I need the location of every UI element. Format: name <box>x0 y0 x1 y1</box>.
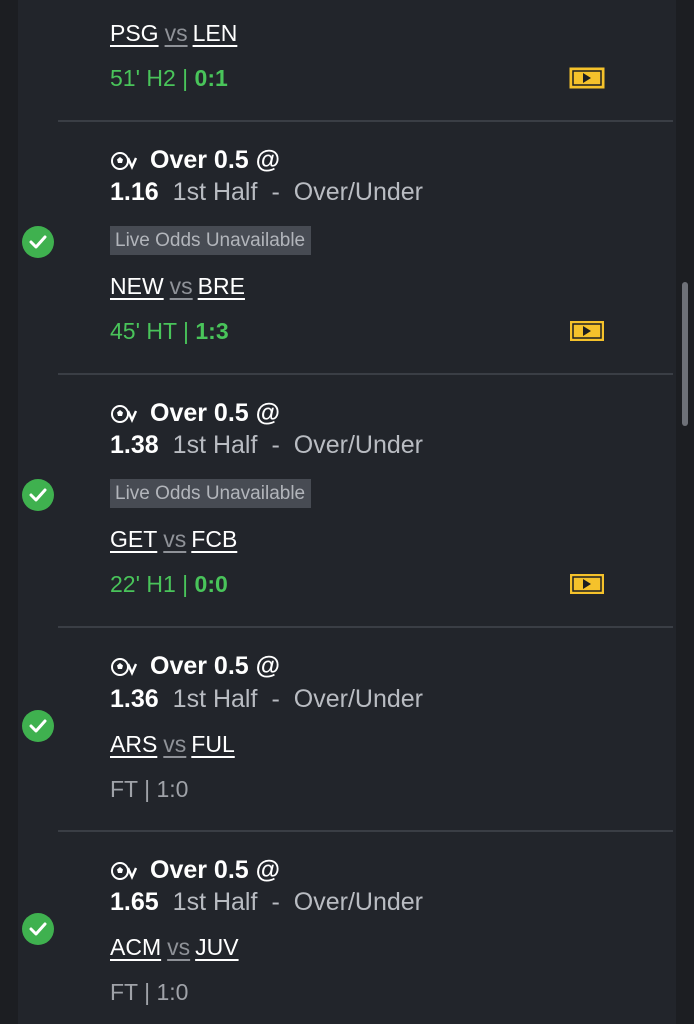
divider <box>58 626 673 628</box>
match-status: 22' H1 | 0:0 <box>110 571 228 598</box>
soccer-ball-icon <box>111 151 138 170</box>
vs-label: vs <box>164 20 188 46</box>
selection-title: Over 0.5 @ <box>110 652 280 681</box>
market-label: Over/Under <box>293 178 423 206</box>
match-teams[interactable]: PSG vs LEN <box>110 20 237 47</box>
match-score: 1:3 <box>195 318 229 344</box>
away-team[interactable]: JUV <box>195 934 238 960</box>
bet-list-panel: PSG vs LEN 51' H2 | 0:1 Over 0.5 @ 1.16 1st… <box>18 0 676 1024</box>
odds-value: 1.36 <box>110 685 159 713</box>
match-status: FT | 1:0 <box>110 979 189 1005</box>
match-time: 51' H2 | <box>110 65 195 91</box>
live-stream-icon[interactable] <box>569 67 605 89</box>
odds-line: 1.38 1st Half - Over/Under <box>110 431 423 460</box>
selection-title: Over 0.5 @ <box>110 399 280 428</box>
separator: - <box>271 178 280 206</box>
away-team[interactable]: FCB <box>191 526 237 552</box>
vs-label: vs <box>163 731 187 757</box>
odds-value: 1.38 <box>110 431 159 459</box>
away-team[interactable]: BRE <box>198 273 245 299</box>
selection-title: Over 0.5 @ <box>110 856 280 885</box>
selection-title: Over 0.5 @ <box>110 146 280 175</box>
odds-line: 1.16 1st Half - Over/Under <box>110 178 423 207</box>
soccer-ball-icon <box>111 657 138 676</box>
match-status: FT | 1:0 <box>110 776 189 802</box>
match-time: 22' H1 | <box>110 571 195 597</box>
soccer-ball-icon <box>111 861 138 880</box>
divider <box>58 120 673 122</box>
period-label: 1st Half <box>172 431 258 459</box>
match-teams[interactable]: ARS vs FUL <box>110 731 235 758</box>
market-label: Over/Under <box>293 431 423 459</box>
separator: - <box>271 685 280 713</box>
odds-value: 1.65 <box>110 888 159 916</box>
market-label: Over/Under <box>293 685 423 713</box>
selection-label: Over 0.5 @ <box>150 856 281 884</box>
match-score: 0:0 <box>194 571 228 597</box>
home-team[interactable]: GET <box>110 526 157 552</box>
vs-label: vs <box>167 934 191 960</box>
vs-label: vs <box>163 526 187 552</box>
odds-line: 1.36 1st Half - Over/Under <box>110 685 423 714</box>
live-stream-icon[interactable] <box>569 573 605 595</box>
divider <box>58 830 673 832</box>
home-team[interactable]: NEW <box>110 273 164 299</box>
check-circle-icon <box>22 913 54 945</box>
market-label: Over/Under <box>293 888 423 916</box>
period-label: 1st Half <box>172 888 258 916</box>
live-odds-badge: Live Odds Unavailable <box>110 479 312 508</box>
match-time: 45' HT | <box>110 318 196 344</box>
away-team[interactable]: LEN <box>193 20 238 46</box>
period-label: 1st Half <box>172 685 258 713</box>
match-status: 45' HT | 1:3 <box>110 318 229 345</box>
vs-label: vs <box>169 273 193 299</box>
away-team[interactable]: FUL <box>191 731 234 757</box>
match-score: 0:1 <box>194 65 228 91</box>
home-team[interactable]: ARS <box>110 731 157 757</box>
selection-label: Over 0.5 @ <box>150 399 281 427</box>
match-teams[interactable]: GET vs FCB <box>110 526 237 553</box>
live-stream-icon[interactable] <box>569 320 605 342</box>
odds-line: 1.65 1st Half - Over/Under <box>110 888 423 917</box>
selection-label: Over 0.5 @ <box>150 146 281 174</box>
odds-value: 1.16 <box>110 178 159 206</box>
check-circle-icon <box>22 710 54 742</box>
scrollbar[interactable] <box>682 282 688 426</box>
separator: - <box>271 431 280 459</box>
divider <box>58 373 673 375</box>
match-teams[interactable]: ACM vs JUV <box>110 934 239 961</box>
match-status: 51' H2 | 0:1 <box>110 65 228 92</box>
selection-label: Over 0.5 @ <box>150 652 281 680</box>
match-teams[interactable]: NEW vs BRE <box>110 273 245 300</box>
home-team[interactable]: PSG <box>110 20 159 46</box>
check-circle-icon <box>22 226 54 258</box>
soccer-ball-icon <box>111 404 138 423</box>
check-circle-icon <box>22 479 54 511</box>
period-label: 1st Half <box>172 178 258 206</box>
separator: - <box>271 888 280 916</box>
live-odds-badge: Live Odds Unavailable <box>110 226 312 255</box>
home-team[interactable]: ACM <box>110 934 161 960</box>
